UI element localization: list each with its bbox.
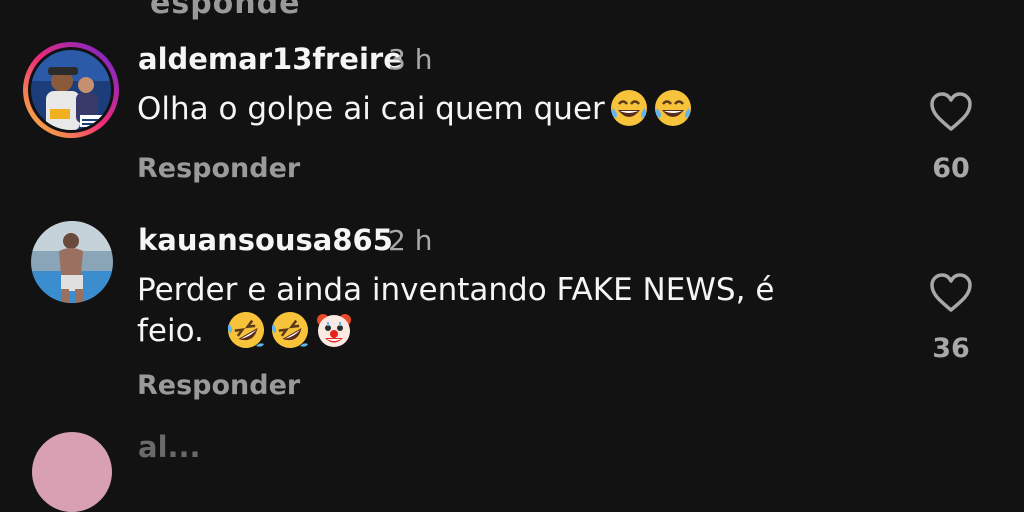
profile-photo-icon <box>31 221 113 303</box>
avatar[interactable] <box>31 221 113 303</box>
like-count: 60 <box>932 153 970 184</box>
rolling-on-floor-laughing-emoji-icon <box>226 310 266 350</box>
heart-icon[interactable] <box>929 273 973 313</box>
story-ring-avatar-icon <box>23 42 119 138</box>
comment-text-content: Olha o golpe ai cai quem quer <box>137 91 605 127</box>
like-count: 36 <box>932 333 970 364</box>
comment-text-content: feio. <box>137 313 204 349</box>
comment-timestamp: 3 h <box>388 43 433 76</box>
avatar[interactable] <box>22 41 120 139</box>
comment-text: Perder e ainda inventando FAKE NEWS, é f… <box>137 270 774 351</box>
comment-text-line: feio. <box>137 310 774 351</box>
reply-button[interactable]: Responder <box>137 153 300 184</box>
comment-username[interactable]: al... <box>138 430 201 464</box>
avatar[interactable] <box>32 432 112 512</box>
comment-username[interactable]: aldemar13freire <box>138 42 403 76</box>
comment-text-line: Perder e ainda inventando FAKE NEWS, é <box>137 272 775 308</box>
comment-timestamp: 2 h <box>388 224 433 257</box>
reply-button[interactable]: Responder <box>137 370 300 401</box>
face-with-tears-of-joy-emoji-icon <box>609 88 649 128</box>
clown-face-emoji-icon <box>314 310 354 350</box>
comment-username[interactable]: kauansousa865 <box>138 223 393 257</box>
face-with-tears-of-joy-emoji-icon <box>653 88 693 128</box>
comment-text: Olha o golpe ai cai quem quer <box>137 88 693 129</box>
heart-icon[interactable] <box>929 92 973 132</box>
rolling-on-floor-laughing-emoji-icon <box>270 310 310 350</box>
previous-reply-link-partial[interactable]: esponde <box>150 0 300 21</box>
